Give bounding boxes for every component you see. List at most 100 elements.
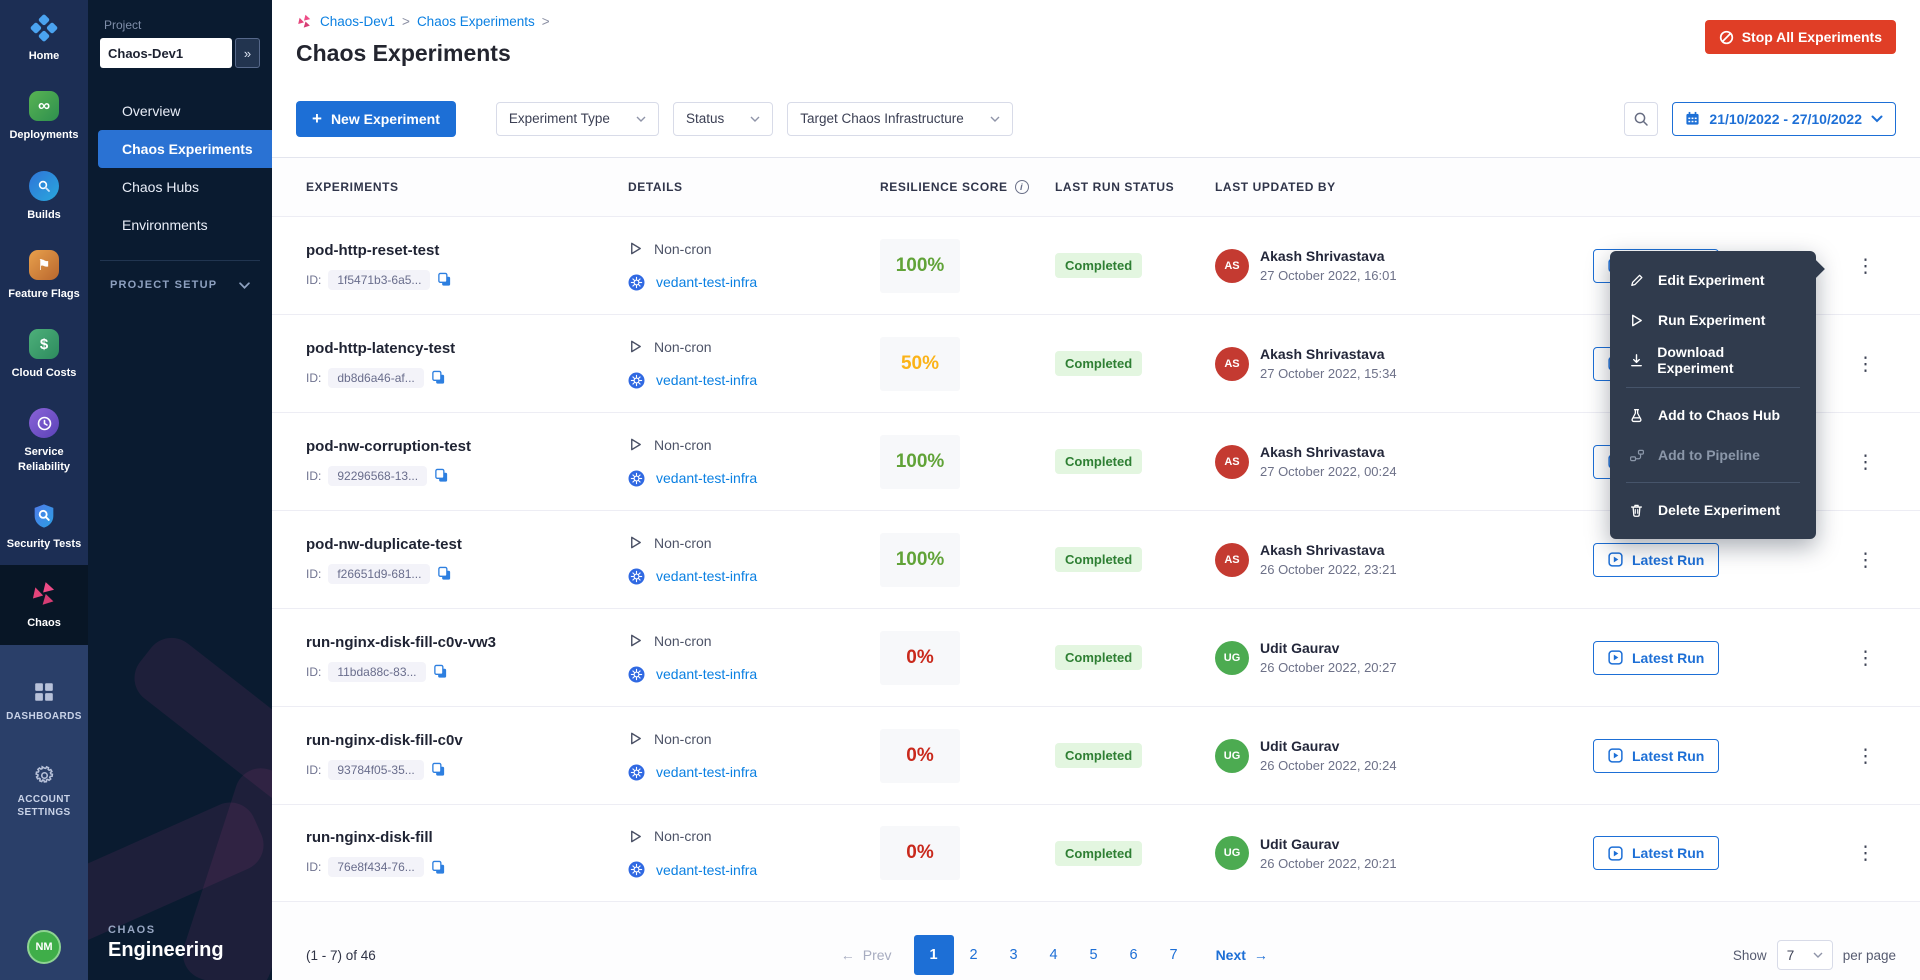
sidenav-collapse-button[interactable]: » xyxy=(235,38,260,68)
project-sidenav: Project » Overview Chaos Experiments Cha… xyxy=(88,0,272,980)
latest-run-button[interactable]: Latest Run xyxy=(1593,836,1719,870)
menu-item-edit-experiment[interactable]: Edit Experiment xyxy=(1610,260,1816,300)
copy-id-button[interactable] xyxy=(437,566,452,581)
menu-item-delete-experiment[interactable]: Delete Experiment xyxy=(1610,490,1816,530)
id-label: ID: xyxy=(306,371,321,385)
updated-by-name: Udit Gaurav xyxy=(1260,738,1397,754)
row-menu-button[interactable]: ⋮ xyxy=(1848,346,1884,382)
gear-icon xyxy=(34,765,55,786)
updated-by-date: 26 October 2022, 20:24 xyxy=(1260,758,1397,773)
rail-item-builds[interactable]: Builds xyxy=(0,157,88,236)
infrastructure-link[interactable]: vedant-test-infra xyxy=(656,666,757,682)
rail-bottom-section: DASHBOARDS ACCOUNT SETTINGS NM xyxy=(0,645,88,980)
new-experiment-button[interactable]: + New Experiment xyxy=(296,101,456,137)
page-button-4[interactable]: 4 xyxy=(1034,935,1074,975)
project-selector-input[interactable] xyxy=(100,38,232,68)
dashboards-icon xyxy=(33,681,55,703)
status-filter[interactable]: Status xyxy=(673,102,773,136)
copy-id-button[interactable] xyxy=(437,272,452,287)
copy-id-button[interactable] xyxy=(433,664,448,679)
sidebar-item-overview[interactable]: Overview xyxy=(88,92,272,130)
experiment-type-filter[interactable]: Experiment Type xyxy=(496,102,659,136)
menu-item-add-to-pipeline[interactable]: Add to Pipeline xyxy=(1610,435,1816,475)
next-page-button[interactable]: Next → xyxy=(1216,947,1268,963)
row-menu-button[interactable]: ⋮ xyxy=(1848,248,1884,284)
date-range-picker[interactable]: 21/10/2022 - 27/10/2022 xyxy=(1672,102,1896,136)
resilience-score-box: 100% xyxy=(880,435,960,489)
rail-item-security-tests[interactable]: Security Tests xyxy=(0,488,88,565)
row-menu-button[interactable]: ⋮ xyxy=(1848,444,1884,480)
user-avatar[interactable]: NM xyxy=(27,930,61,964)
avatar: AS xyxy=(1215,347,1249,381)
copy-id-button[interactable] xyxy=(434,468,449,483)
page-button-3[interactable]: 3 xyxy=(994,935,1034,975)
play-icon xyxy=(1628,313,1645,328)
resilience-score-box: 100% xyxy=(880,533,960,587)
experiment-row: run-nginx-disk-fill-c0v ID: 93784f05-35.… xyxy=(272,706,1920,804)
infrastructure-link[interactable]: vedant-test-infra xyxy=(656,568,757,584)
copy-id-button[interactable] xyxy=(431,370,446,385)
menu-item-download-experiment[interactable]: Download Experiment xyxy=(1610,340,1816,380)
latest-run-button[interactable]: Latest Run xyxy=(1593,641,1719,675)
page-button-1[interactable]: 1 xyxy=(914,935,954,975)
row-menu-button[interactable]: ⋮ xyxy=(1848,835,1884,871)
search-button[interactable] xyxy=(1624,102,1658,136)
stop-all-experiments-button[interactable]: Stop All Experiments xyxy=(1705,20,1896,54)
breadcrumb-project-link[interactable]: Chaos-Dev1 xyxy=(320,14,395,29)
chevron-down-icon xyxy=(990,116,1000,122)
info-icon[interactable]: i xyxy=(1015,180,1029,194)
row-menu-button[interactable]: ⋮ xyxy=(1848,738,1884,774)
rail-item-chaos[interactable]: Chaos xyxy=(0,565,88,644)
page-button-7[interactable]: 7 xyxy=(1154,935,1194,975)
copy-id-button[interactable] xyxy=(431,860,446,875)
schedule-type: Non-cron xyxy=(654,241,712,257)
chevron-down-icon xyxy=(1813,952,1823,958)
resilience-score-box: 50% xyxy=(880,337,960,391)
rail-item-home[interactable]: Home xyxy=(0,0,88,77)
page-title: Chaos Experiments xyxy=(296,40,511,67)
rail-item-cloud-costs[interactable]: $ Cloud Costs xyxy=(0,315,88,394)
rail-item-deployments[interactable]: ∞ Deployments xyxy=(0,77,88,156)
breadcrumb-experiments-link[interactable]: Chaos Experiments xyxy=(417,14,535,29)
column-resilience-score: RESILIENCE SCORE i xyxy=(880,180,1055,194)
page-button-6[interactable]: 6 xyxy=(1114,935,1154,975)
project-setup-toggle[interactable]: PROJECT SETUP xyxy=(100,275,260,291)
search-icon xyxy=(1633,111,1649,127)
schedule-type: Non-cron xyxy=(654,731,712,747)
infrastructure-link[interactable]: vedant-test-infra xyxy=(656,470,757,486)
infrastructure-link[interactable]: vedant-test-infra xyxy=(656,274,757,290)
rail-item-service-reliability[interactable]: Service Reliability xyxy=(0,394,88,488)
sidebar-item-chaos-hubs[interactable]: Chaos Hubs xyxy=(88,168,272,206)
menu-item-add-to-chaos-hub[interactable]: Add to Chaos Hub xyxy=(1610,395,1816,435)
menu-item-run-experiment[interactable]: Run Experiment xyxy=(1610,300,1816,340)
copy-id-button[interactable] xyxy=(431,762,446,777)
target-infrastructure-filter[interactable]: Target Chaos Infrastructure xyxy=(787,102,1013,136)
row-context-menu: Edit Experiment Run Experiment Download … xyxy=(1610,251,1816,539)
page-button-5[interactable]: 5 xyxy=(1074,935,1114,975)
infrastructure-link[interactable]: vedant-test-infra xyxy=(656,372,757,388)
row-menu-button[interactable]: ⋮ xyxy=(1848,640,1884,676)
rail-item-account-settings[interactable]: ACCOUNT SETTINGS xyxy=(0,751,88,833)
infrastructure-link[interactable]: vedant-test-infra xyxy=(656,764,757,780)
rail-item-dashboards[interactable]: DASHBOARDS xyxy=(3,667,85,737)
latest-run-button[interactable]: Latest Run xyxy=(1593,739,1719,773)
updated-by-date: 27 October 2022, 00:24 xyxy=(1260,464,1397,479)
page-button-2[interactable]: 2 xyxy=(954,935,994,975)
sidebar-item-environments[interactable]: Environments xyxy=(88,206,272,244)
rail-item-feature-flags[interactable]: ⚑ Feature Flags xyxy=(0,236,88,315)
sidebar-item-chaos-experiments[interactable]: Chaos Experiments xyxy=(98,130,272,168)
prev-page-button[interactable]: ← Prev xyxy=(841,947,892,963)
run-report-icon xyxy=(1608,846,1623,861)
module-rail: Home ∞ Deployments Builds ⚑ Feature Flag… xyxy=(0,0,88,980)
latest-run-button[interactable]: Latest Run xyxy=(1593,543,1719,577)
row-menu-button[interactable]: ⋮ xyxy=(1848,542,1884,578)
resilience-score-box: 0% xyxy=(880,631,960,685)
resilience-score-value: 50% xyxy=(901,353,939,375)
infrastructure-link[interactable]: vedant-test-infra xyxy=(656,862,757,878)
id-label: ID: xyxy=(306,567,321,581)
updated-by-date: 26 October 2022, 20:27 xyxy=(1260,660,1397,675)
status-badge: Completed xyxy=(1055,351,1142,376)
copy-icon xyxy=(434,468,449,483)
experiment-name: run-nginx-disk-fill-c0v-vw3 xyxy=(306,634,628,651)
page-size-select[interactable]: 7 xyxy=(1777,940,1833,970)
